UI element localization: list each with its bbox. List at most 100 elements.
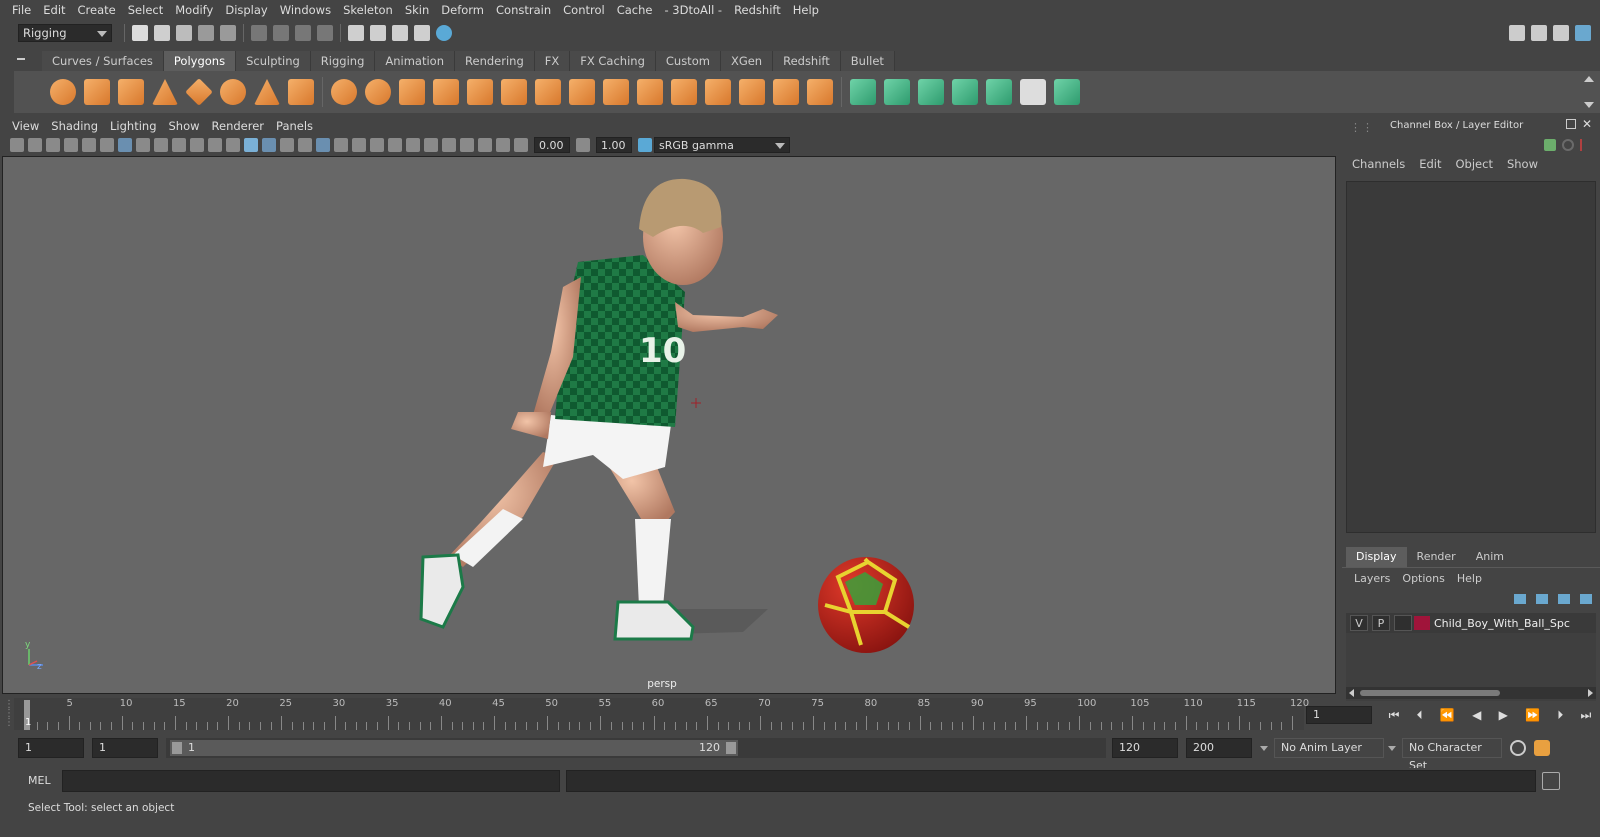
- poly-plane-icon[interactable]: [185, 78, 213, 106]
- image-plane-icon[interactable]: [64, 138, 78, 152]
- render-frame-icon[interactable]: [370, 25, 386, 41]
- step-forward-key-icon[interactable]: ⏩: [1525, 708, 1540, 722]
- spherical-uv-icon[interactable]: [918, 79, 944, 105]
- tab-xgen[interactable]: XGen: [720, 51, 774, 71]
- playback-start-field[interactable]: 1: [92, 738, 158, 758]
- scroll-left-icon[interactable]: [1349, 689, 1354, 697]
- reduce-icon[interactable]: [773, 79, 799, 105]
- undo-icon[interactable]: [198, 25, 214, 41]
- menu-help[interactable]: Help: [787, 3, 825, 17]
- menu-view[interactable]: View: [6, 119, 45, 133]
- viewport-persp[interactable]: 10 y z persp: [2, 156, 1336, 694]
- gamma-field[interactable]: 1.00: [596, 137, 632, 153]
- shelf-scroll[interactable]: [1584, 76, 1594, 108]
- wireframe-on-shaded-icon[interactable]: [298, 138, 312, 152]
- menu-options[interactable]: Options: [1402, 572, 1444, 585]
- menu-create[interactable]: Create: [72, 3, 122, 17]
- combine-icon[interactable]: [331, 79, 357, 105]
- tab-fx[interactable]: FX: [534, 51, 571, 71]
- cylindrical-uv-icon[interactable]: [884, 79, 910, 105]
- xray-icon[interactable]: [460, 138, 474, 152]
- new-scene-icon[interactable]: [132, 25, 148, 41]
- multi-cut-icon[interactable]: [535, 79, 561, 105]
- menu-constrain[interactable]: Constrain: [490, 3, 557, 17]
- snap-icon[interactable]: [317, 25, 333, 41]
- render-settings-icon[interactable]: [414, 25, 430, 41]
- layer-scrollbar[interactable]: [1346, 687, 1596, 699]
- play-forwards-icon[interactable]: ▶: [1499, 708, 1508, 722]
- grid-icon[interactable]: [118, 138, 132, 152]
- channel-box-icon[interactable]: [1575, 25, 1591, 41]
- bookmark-icon[interactable]: [46, 138, 60, 152]
- step-back-frame-icon[interactable]: ⏴: [1417, 708, 1423, 723]
- menu-channels[interactable]: Channels: [1352, 157, 1405, 171]
- attribute-editor-icon[interactable]: [1531, 25, 1547, 41]
- range-end-handle[interactable]: [726, 742, 736, 754]
- extrude-icon[interactable]: [637, 79, 663, 105]
- unfold-uv-icon[interactable]: [986, 79, 1012, 105]
- resolution-gate-icon[interactable]: [154, 138, 168, 152]
- target-weld-icon[interactable]: [705, 79, 731, 105]
- tab-rendering[interactable]: Rendering: [455, 51, 535, 71]
- chevron-down-icon[interactable]: [1260, 745, 1268, 751]
- tab-display[interactable]: Display: [1346, 547, 1407, 567]
- script-editor-icon[interactable]: [1542, 772, 1560, 790]
- workspace-dropdown[interactable]: Rigging: [18, 24, 112, 42]
- scroll-right-icon[interactable]: [1588, 689, 1593, 697]
- safe-action-icon[interactable]: [208, 138, 222, 152]
- play-backwards-icon[interactable]: ◀: [1472, 708, 1481, 722]
- tab-anim[interactable]: Anim: [1466, 547, 1514, 567]
- menu-object[interactable]: Object: [1456, 157, 1493, 171]
- textured-icon[interactable]: [316, 138, 330, 152]
- insert-edge-loop-icon[interactable]: [569, 79, 595, 105]
- select-component-icon[interactable]: [295, 25, 311, 41]
- isolate-select-icon[interactable]: [442, 138, 456, 152]
- gate-mask-icon[interactable]: [172, 138, 186, 152]
- range-start-handle[interactable]: [172, 742, 182, 754]
- poly-torus-icon[interactable]: [220, 79, 246, 105]
- grease-pencil-icon[interactable]: [100, 138, 114, 152]
- xray-components-icon[interactable]: [496, 138, 510, 152]
- wireframe-icon[interactable]: [244, 138, 258, 152]
- tab-bullet[interactable]: Bullet: [840, 51, 895, 71]
- mirror-icon[interactable]: [399, 79, 425, 105]
- poly-cone-icon[interactable]: [152, 79, 178, 105]
- sew-uv-icon[interactable]: [1054, 79, 1080, 105]
- auto-key-icon[interactable]: [1510, 740, 1526, 756]
- shadows-icon[interactable]: [352, 138, 366, 152]
- tab-animation[interactable]: Animation: [375, 51, 456, 71]
- range-slider-bar-fill[interactable]: 1 120: [170, 740, 738, 756]
- menu-layer-help[interactable]: Help: [1457, 572, 1482, 585]
- menu-windows[interactable]: Windows: [274, 3, 337, 17]
- close-icon[interactable]: ✕: [1582, 117, 1592, 131]
- hyper-icon[interactable]: [1580, 139, 1592, 151]
- ipr-render-icon[interactable]: [392, 25, 408, 41]
- anim-layer-dropdown[interactable]: No Anim Layer: [1274, 738, 1384, 758]
- exposure-field[interactable]: 0.00: [534, 137, 570, 153]
- move-layer-up-icon[interactable]: [1514, 594, 1526, 604]
- shelf-menu-icon[interactable]: [17, 58, 25, 60]
- playback-end-field[interactable]: 120: [1112, 738, 1178, 758]
- menu-select[interactable]: Select: [122, 3, 169, 17]
- menu-show[interactable]: Show: [163, 119, 206, 133]
- menu-cb-show[interactable]: Show: [1507, 157, 1538, 171]
- xray-joints-icon[interactable]: [478, 138, 492, 152]
- smooth-icon[interactable]: [433, 79, 459, 105]
- layer-playback-toggle[interactable]: P: [1372, 615, 1390, 631]
- hypershade-icon[interactable]: [436, 25, 452, 41]
- menu-lighting[interactable]: Lighting: [104, 119, 162, 133]
- scene-start-field[interactable]: 1: [18, 738, 84, 758]
- poly-cylinder-icon[interactable]: [118, 79, 144, 105]
- menu-file[interactable]: File: [6, 3, 37, 17]
- bevel-icon[interactable]: [467, 79, 493, 105]
- camera-icon[interactable]: [10, 138, 24, 152]
- poly-cube-icon[interactable]: [84, 79, 110, 105]
- menu-renderer[interactable]: Renderer: [206, 119, 271, 133]
- menu-3dtoall[interactable]: - 3DtoAll -: [658, 3, 728, 17]
- menu-cache[interactable]: Cache: [611, 3, 659, 17]
- color-management-icon[interactable]: [638, 138, 652, 152]
- layer-type-toggle[interactable]: [1394, 615, 1412, 631]
- layer-visibility-toggle[interactable]: V: [1350, 615, 1368, 631]
- menu-skin[interactable]: Skin: [399, 3, 435, 17]
- 2d-pan-zoom-icon[interactable]: [82, 138, 96, 152]
